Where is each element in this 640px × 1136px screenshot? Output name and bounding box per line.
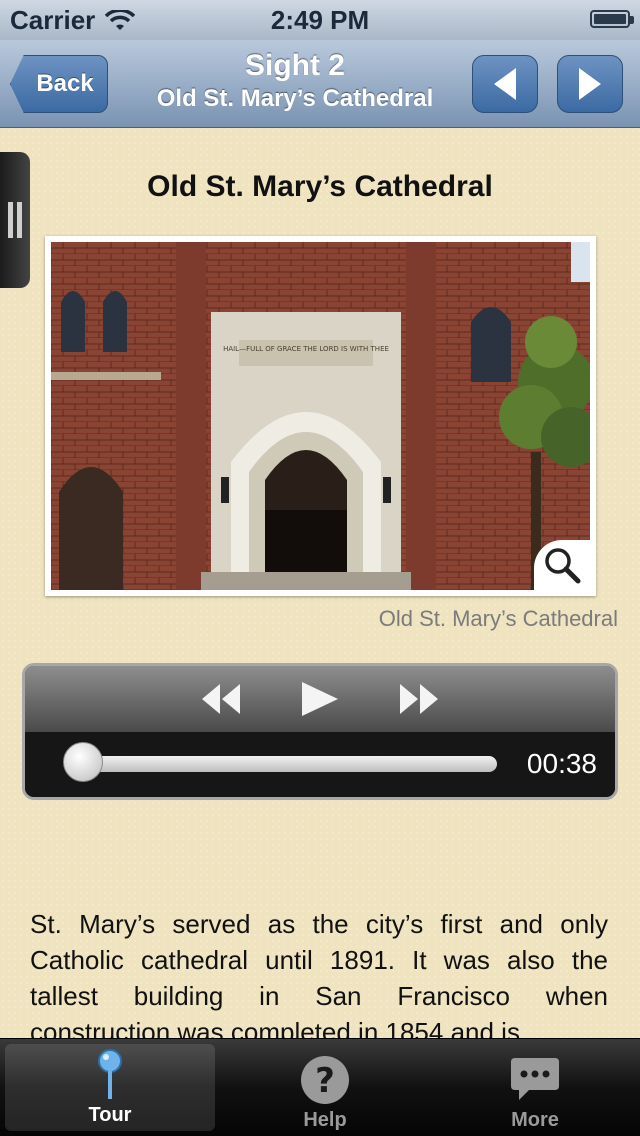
map-pin-icon <box>98 1049 122 1099</box>
photo-caption: Old St. Mary’s Cathedral <box>378 606 618 631</box>
player-controls <box>25 666 615 732</box>
status-time: 2:49 PM <box>270 5 370 35</box>
back-button[interactable]: Back <box>10 55 108 113</box>
cathedral-illustration: HAIL—FULL OF GRACE THE LORD IS WITH THEE <box>51 242 590 590</box>
sight-description: St. Mary’s served as the city’s first an… <box>30 909 608 1038</box>
tab-label-help: Help <box>303 1109 347 1131</box>
tab-label-tour: Tour <box>88 1104 132 1126</box>
status-bar: Carrier 2:49 PM <box>0 0 640 40</box>
tab-tour[interactable]: Tour <box>5 1044 215 1131</box>
zoom-button[interactable] <box>534 540 590 590</box>
question-icon: ? <box>301 1056 349 1104</box>
play-icon[interactable] <box>300 680 340 718</box>
progress-track[interactable] <box>69 756 497 772</box>
tab-label-more: More <box>511 1109 559 1131</box>
navigation-bar: Back Sight 2 Old St. Mary’s Cathedral <box>0 40 640 128</box>
photo-sign-text: HAIL—FULL OF GRACE THE LORD IS WITH THEE <box>223 345 389 353</box>
cathedral-photo: HAIL—FULL OF GRACE THE LORD IS WITH THEE <box>51 242 590 590</box>
nav-title-block: Sight 2 Old St. Mary’s Cathedral <box>130 48 460 114</box>
progress-slider-knob[interactable] <box>63 742 103 782</box>
tab-help[interactable]: ? Help <box>220 1039 430 1136</box>
right-arrow-icon <box>579 68 601 100</box>
battery-icon <box>590 10 634 28</box>
svg-text:?: ? <box>315 1061 335 1101</box>
sight-heading: Old St. Mary’s Cathedral <box>147 170 493 203</box>
nav-title: Sight 2 <box>244 49 345 82</box>
magnifier-icon <box>545 548 581 584</box>
left-arrow-icon <box>494 68 516 100</box>
elapsed-time: 00:38 <box>526 748 597 779</box>
audio-player: 00:38 <box>22 663 618 800</box>
chat-bubble-icon <box>511 1058 559 1100</box>
previous-sight-button[interactable] <box>472 55 538 113</box>
sight-content[interactable]: Old St. Mary’s Cathedral HAIL—FULL OF GR… <box>0 128 640 1038</box>
player-progress-area: 00:38 <box>25 732 615 797</box>
tab-more[interactable]: More <box>430 1039 640 1136</box>
tab-bar: Tour ? Help More <box>0 1038 640 1136</box>
fast-forward-icon[interactable] <box>398 682 440 716</box>
sight-photo[interactable]: HAIL—FULL OF GRACE THE LORD IS WITH THEE <box>45 236 596 596</box>
next-sight-button[interactable] <box>557 55 623 113</box>
nav-subtitle: Old St. Mary’s Cathedral <box>156 85 434 112</box>
rewind-icon[interactable] <box>200 682 242 716</box>
